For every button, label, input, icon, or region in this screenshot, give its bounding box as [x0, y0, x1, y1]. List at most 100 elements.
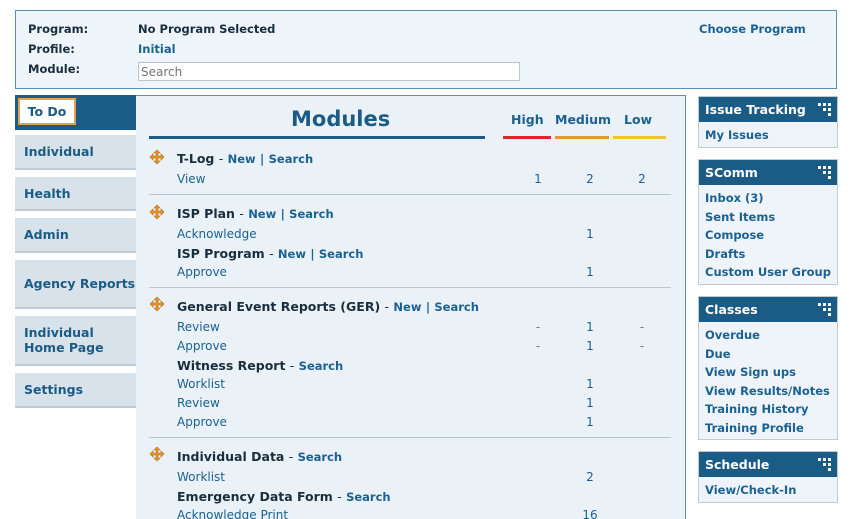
witness-worklist-link[interactable]: Worklist [177, 377, 225, 391]
drag-grip-icon[interactable] [818, 458, 831, 471]
isp-program-search-link[interactable]: Search [319, 247, 364, 261]
tlog-search-link[interactable]: Search [269, 152, 314, 166]
nav-item-settings[interactable]: Settings [15, 373, 136, 408]
sent-items-link[interactable]: Sent Items [705, 208, 831, 227]
move-icon[interactable] [149, 296, 165, 312]
isp-plan-new-link[interactable]: New [248, 207, 276, 221]
tlog-view-medium[interactable]: 2 [580, 172, 600, 186]
my-issues-link[interactable]: My Issues [705, 126, 831, 145]
program-label: Program: [28, 22, 89, 36]
nav-item-individual[interactable]: Individual [15, 135, 136, 170]
move-icon[interactable] [149, 149, 165, 165]
section-title-ger: General Event Reports (GER) - New | Sear… [177, 299, 479, 314]
witness-approve-link[interactable]: Approve [177, 415, 227, 429]
witness-review-medium[interactable]: 1 [580, 396, 600, 410]
isp-program-approve-medium[interactable]: 1 [580, 265, 600, 279]
profile-value-link[interactable]: Initial [138, 42, 176, 56]
individual-data-worklist-link[interactable]: Worklist [177, 470, 225, 484]
training-profile-link[interactable]: Training Profile [705, 419, 831, 438]
drag-grip-icon[interactable] [818, 103, 831, 116]
emergency-acknowledge-print-link[interactable]: Acknowledge Print [177, 508, 288, 519]
nav-item-admin[interactable]: Admin [15, 218, 136, 253]
individual-data-search-link[interactable]: Search [298, 450, 343, 464]
isp-plan-acknowledge-medium[interactable]: 1 [580, 227, 600, 241]
due-link[interactable]: Due [705, 345, 831, 364]
view-results-notes-link[interactable]: View Results/Notes [705, 382, 831, 401]
scomm-panel: SComm Inbox (3) Sent Items Compose Draft… [698, 159, 838, 285]
view-check-in-link[interactable]: View/Check-In [705, 481, 831, 500]
drag-grip-icon[interactable] [818, 303, 831, 316]
ger-approve-high: - [535, 339, 541, 353]
module-search-input[interactable] [138, 62, 520, 81]
training-history-link[interactable]: Training History [705, 400, 831, 419]
low-priority-bar [613, 136, 666, 139]
schedule-header[interactable]: Schedule [699, 452, 837, 477]
medium-priority-bar [555, 136, 609, 139]
tlog-view-link[interactable]: View [177, 172, 205, 186]
tlog-view-high[interactable]: 1 [528, 172, 548, 186]
ger-approve-medium[interactable]: 1 [580, 339, 600, 353]
emergency-data-form-title: Emergency Data Form [177, 489, 333, 504]
ger-approve-low: - [639, 339, 645, 353]
high-priority-bar [503, 136, 551, 139]
nav-item-agency-reports[interactable]: Agency Reports [15, 260, 136, 309]
ger-review-medium[interactable]: 1 [580, 320, 600, 334]
nav-item-health[interactable]: Health [15, 177, 136, 211]
tlog-view-low[interactable]: 2 [632, 172, 652, 186]
emergency-acknowledge-print-medium[interactable]: 16 [580, 508, 600, 519]
schedule-panel: Schedule View/Check-In [698, 451, 838, 503]
nav-todo-bar: To Do [15, 95, 136, 130]
ger-new-link[interactable]: New [393, 300, 421, 314]
issue-tracking-panel: Issue Tracking My Issues [698, 96, 838, 148]
ger-search-link[interactable]: Search [434, 300, 479, 314]
section-title-witness-report: Witness Report - Search [177, 358, 344, 373]
ger-approve-link[interactable]: Approve [177, 339, 227, 353]
ger-review-low: - [639, 320, 645, 334]
move-icon[interactable] [149, 446, 165, 462]
witness-worklist-medium[interactable]: 1 [580, 377, 600, 391]
modules-title: Modules [291, 107, 391, 131]
emergency-data-form-search-link[interactable]: Search [346, 490, 391, 504]
schedule-title: Schedule [705, 457, 770, 472]
move-icon[interactable] [149, 204, 165, 220]
custom-user-group-link[interactable]: Custom User Group [705, 263, 831, 282]
tlog-new-link[interactable]: New [228, 152, 256, 166]
view-sign-ups-link[interactable]: View Sign ups [705, 363, 831, 382]
scomm-header[interactable]: SComm [699, 160, 837, 185]
ger-title: General Event Reports (GER) [177, 299, 381, 314]
choose-program-link[interactable]: Choose Program [699, 22, 806, 36]
section-title-emergency-data-form: Emergency Data Form - Search [177, 489, 391, 504]
individual-data-worklist-medium[interactable]: 2 [580, 470, 600, 484]
witness-approve-medium[interactable]: 1 [580, 415, 600, 429]
tlog-title: T-Log [177, 151, 215, 166]
nav-item-todo[interactable]: To Do [18, 98, 76, 125]
section-divider [149, 194, 671, 195]
compose-link[interactable]: Compose [705, 226, 831, 245]
isp-program-title: ISP Program [177, 246, 265, 261]
isp-plan-title: ISP Plan [177, 206, 235, 221]
inbox-link[interactable]: Inbox (3) [705, 189, 831, 208]
nav-item-individual-home-page[interactable]: Individual Home Page [15, 316, 136, 366]
witness-report-search-link[interactable]: Search [299, 359, 344, 373]
profile-label: Profile: [28, 42, 75, 56]
isp-program-new-link[interactable]: New [278, 247, 306, 261]
isp-program-approve-link[interactable]: Approve [177, 265, 227, 279]
witness-review-link[interactable]: Review [177, 396, 220, 410]
ger-review-link[interactable]: Review [177, 320, 220, 334]
section-title-isp-plan: ISP Plan - New | Search [177, 206, 334, 221]
drag-grip-icon[interactable] [818, 166, 831, 179]
overdue-link[interactable]: Overdue [705, 326, 831, 345]
issue-tracking-title: Issue Tracking [705, 102, 806, 117]
issue-tracking-header[interactable]: Issue Tracking [699, 97, 837, 122]
classes-panel: Classes Overdue Due View Sign ups View R… [698, 296, 838, 440]
column-header-low: Low [624, 112, 653, 127]
individual-data-title: Individual Data [177, 449, 285, 464]
modules-panel: Modules High Medium Low T-Log - New | Se… [136, 95, 686, 519]
classes-header[interactable]: Classes [699, 297, 837, 322]
isp-plan-search-link[interactable]: Search [289, 207, 334, 221]
modules-title-underline [149, 136, 485, 139]
isp-plan-acknowledge-link[interactable]: Acknowledge [177, 227, 257, 241]
drafts-link[interactable]: Drafts [705, 245, 831, 264]
program-value: No Program Selected [138, 22, 276, 36]
column-header-medium: Medium [555, 112, 612, 127]
